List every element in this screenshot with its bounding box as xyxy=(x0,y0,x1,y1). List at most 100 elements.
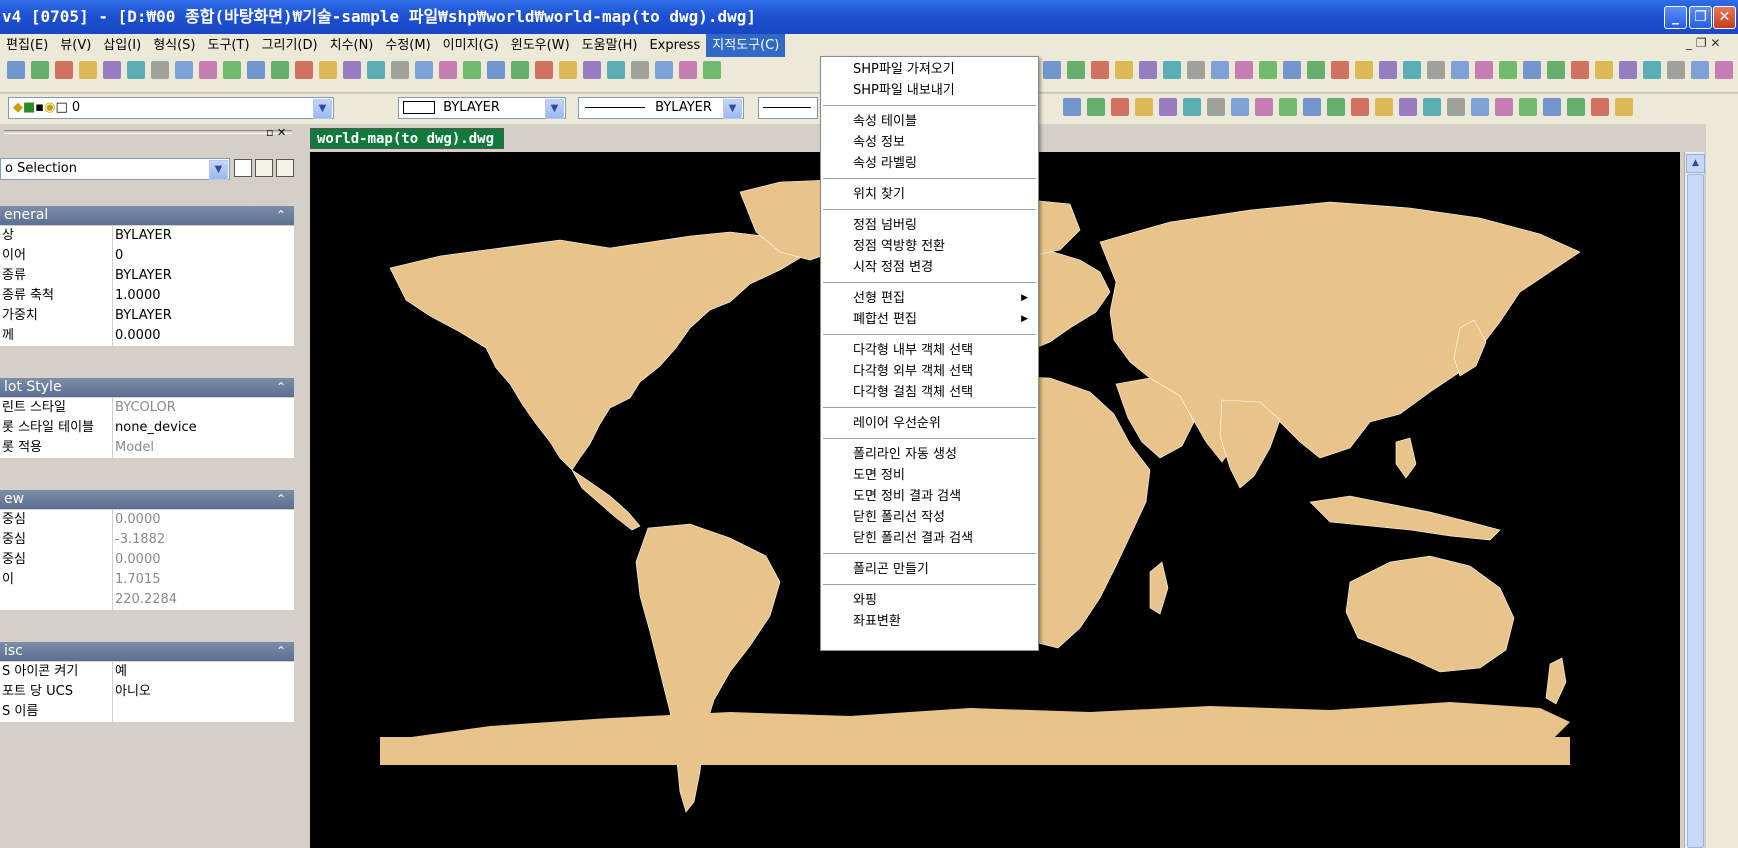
toolbar-tool-icon[interactable] xyxy=(1547,61,1565,79)
collapse-chevron-icon[interactable]: ⌃ xyxy=(276,378,286,397)
toolbar-tool-icon[interactable] xyxy=(1135,98,1153,116)
toolbar-tool-icon[interactable] xyxy=(1159,98,1177,116)
toolbar-tool-icon[interactable] xyxy=(1111,98,1129,116)
toolbar-tool-icon[interactable] xyxy=(1211,61,1229,79)
toolbar-tool-icon[interactable] xyxy=(1307,61,1325,79)
section-header[interactable]: lot Style ⌃ xyxy=(0,378,294,397)
toolbar-tool-icon[interactable] xyxy=(559,61,577,79)
mdi-controls[interactable]: _ ❐ ✕ xyxy=(1686,36,1720,50)
menu-item-3[interactable]: 형식(S) xyxy=(147,34,201,57)
toolbar-tool-icon[interactable] xyxy=(7,61,25,79)
menu-command[interactable]: 정점 넘버링 xyxy=(823,215,1036,236)
menu-item-9[interactable]: 윈도우(W) xyxy=(505,34,576,57)
menu-command[interactable]: 위치 찾기 xyxy=(823,184,1036,205)
restore-button[interactable]: ❐ xyxy=(1689,6,1712,29)
section-header[interactable]: isc ⌃ xyxy=(0,642,294,661)
toolbar-tool-icon[interactable] xyxy=(1715,61,1733,79)
toolbar-tool-icon[interactable] xyxy=(535,61,553,79)
toolbar-tool-icon[interactable] xyxy=(1591,98,1609,116)
toolbar-tool-icon[interactable] xyxy=(1091,61,1109,79)
toolbar-tool-icon[interactable] xyxy=(1475,61,1493,79)
toolbar-tool-icon[interactable] xyxy=(391,61,409,79)
toolbar-tool-icon[interactable] xyxy=(343,61,361,79)
toolbar-tool-icon[interactable] xyxy=(415,61,433,79)
toolbar-tool-icon[interactable] xyxy=(1207,98,1225,116)
chevron-down-icon[interactable]: ▼ xyxy=(209,160,228,180)
menu-item-7[interactable]: 수정(M) xyxy=(379,34,436,57)
selection-combo[interactable]: o Selection ▼ xyxy=(0,158,230,180)
toolbar-tool-icon[interactable] xyxy=(583,61,601,79)
toolbar-tool-icon[interactable] xyxy=(679,61,697,79)
palette-controls[interactable]: ▫ ✕ xyxy=(266,126,286,139)
toolbar-tool-icon[interactable] xyxy=(175,61,193,79)
toolbar-tool-icon[interactable] xyxy=(1543,98,1561,116)
property-row[interactable]: 롯 스타일 테이블 none_device xyxy=(0,418,294,439)
property-row[interactable]: 중심 0.0000 xyxy=(0,550,294,571)
property-row[interactable]: 종류 축척 1.0000 xyxy=(0,286,294,307)
property-row[interactable]: 중심 0.0000 xyxy=(0,510,294,531)
menu-command[interactable]: 닫힌 폴리선 결과 검색 xyxy=(823,528,1036,549)
toolbar-tool-icon[interactable] xyxy=(607,61,625,79)
toolbar-tool-icon[interactable] xyxy=(1043,61,1061,79)
property-row[interactable]: 롯 적용 Model xyxy=(0,438,294,459)
toolbar-tool-icon[interactable] xyxy=(103,61,121,79)
menu-item-2[interactable]: 삽입(I) xyxy=(97,34,147,57)
toolbar-tool-icon[interactable] xyxy=(1115,61,1133,79)
menu-command[interactable]: 다각형 내부 객체 선택 xyxy=(823,340,1036,361)
property-row[interactable]: S 아이콘 켜기 예 xyxy=(0,662,294,683)
menu-command[interactable]: 시작 정점 변경 xyxy=(823,257,1036,278)
menu-command[interactable]: 도면 정비 결과 검색 xyxy=(823,486,1036,507)
menu-command[interactable]: 좌표변환 xyxy=(823,611,1036,632)
menu-command[interactable]: 속성 테이블 xyxy=(823,111,1036,132)
vertical-scrollbar[interactable]: ▲ xyxy=(1684,152,1705,848)
toolbar-tool-icon[interactable] xyxy=(151,61,169,79)
toolbar-tool-icon[interactable] xyxy=(1423,98,1441,116)
collapse-chevron-icon[interactable]: ⌃ xyxy=(276,642,286,661)
section-header[interactable]: eneral ⌃ xyxy=(0,206,294,225)
toggle-pickadd-icon[interactable] xyxy=(234,159,252,177)
lineweight-combo[interactable] xyxy=(758,97,818,119)
menu-item-11[interactable]: Express xyxy=(643,34,706,57)
toolbar-tool-icon[interactable] xyxy=(319,61,337,79)
toolbar-tool-icon[interactable] xyxy=(487,61,505,79)
toolbar-tool-icon[interactable] xyxy=(1451,61,1469,79)
section-header[interactable]: ew ⌃ xyxy=(0,490,294,509)
quick-select-icon[interactable] xyxy=(276,159,294,177)
toolbar-tool-icon[interactable] xyxy=(463,61,481,79)
toolbar-tool-icon[interactable] xyxy=(1235,61,1253,79)
toolbar-tool-icon[interactable] xyxy=(1231,98,1249,116)
toolbar-tool-icon[interactable] xyxy=(1303,98,1321,116)
toolbar-tool-icon[interactable] xyxy=(1379,61,1397,79)
toolbar-tool-icon[interactable] xyxy=(31,61,49,79)
menu-command[interactable]: 와핑 xyxy=(823,590,1036,611)
property-row[interactable]: 이어 0 xyxy=(0,246,294,267)
menu-item-4[interactable]: 도구(T) xyxy=(202,34,256,57)
toolbar-tool-icon[interactable] xyxy=(1619,61,1637,79)
layer-combo[interactable]: ◆■▪◉□ 0 ▼ xyxy=(8,97,334,119)
menu-command[interactable]: 다각형 걸침 객체 선택 xyxy=(823,382,1036,403)
toolbar-tool-icon[interactable] xyxy=(223,61,241,79)
toolbar-tool-icon[interactable] xyxy=(655,61,673,79)
toolbar-tool-icon[interactable] xyxy=(1595,61,1613,79)
color-combo[interactable]: BYLAYER ▼ xyxy=(398,97,566,119)
toolbar-tool-icon[interactable] xyxy=(1519,98,1537,116)
menu-command[interactable]: 속성 라벨링 xyxy=(823,153,1036,174)
property-row[interactable]: 가중치 BYLAYER xyxy=(0,306,294,327)
toolbar-tool-icon[interactable] xyxy=(1331,61,1349,79)
toolbar-tool-icon[interactable] xyxy=(1139,61,1157,79)
toolbar-tool-icon[interactable] xyxy=(1643,61,1661,79)
toolbar-tool-icon[interactable] xyxy=(1355,61,1373,79)
toolbar-tool-icon[interactable] xyxy=(55,61,73,79)
property-row[interactable]: S 이름 xyxy=(0,702,294,723)
menu-command[interactable]: 도면 정비 xyxy=(823,465,1036,486)
toolbar-tool-icon[interactable] xyxy=(1063,98,1081,116)
menu-command[interactable]: 폴리라인 자동 생성 xyxy=(823,444,1036,465)
chevron-down-icon[interactable]: ▼ xyxy=(545,99,564,119)
toolbar-tool-icon[interactable] xyxy=(1499,61,1517,79)
toolbar-tool-icon[interactable] xyxy=(247,61,265,79)
chevron-down-icon[interactable]: ▼ xyxy=(313,99,332,119)
menu-item-8[interactable]: 이미지(G) xyxy=(437,34,505,57)
toolbar-tool-icon[interactable] xyxy=(1351,98,1369,116)
toolbar-tool-icon[interactable] xyxy=(1187,61,1205,79)
toolbar-tool-icon[interactable] xyxy=(271,61,289,79)
